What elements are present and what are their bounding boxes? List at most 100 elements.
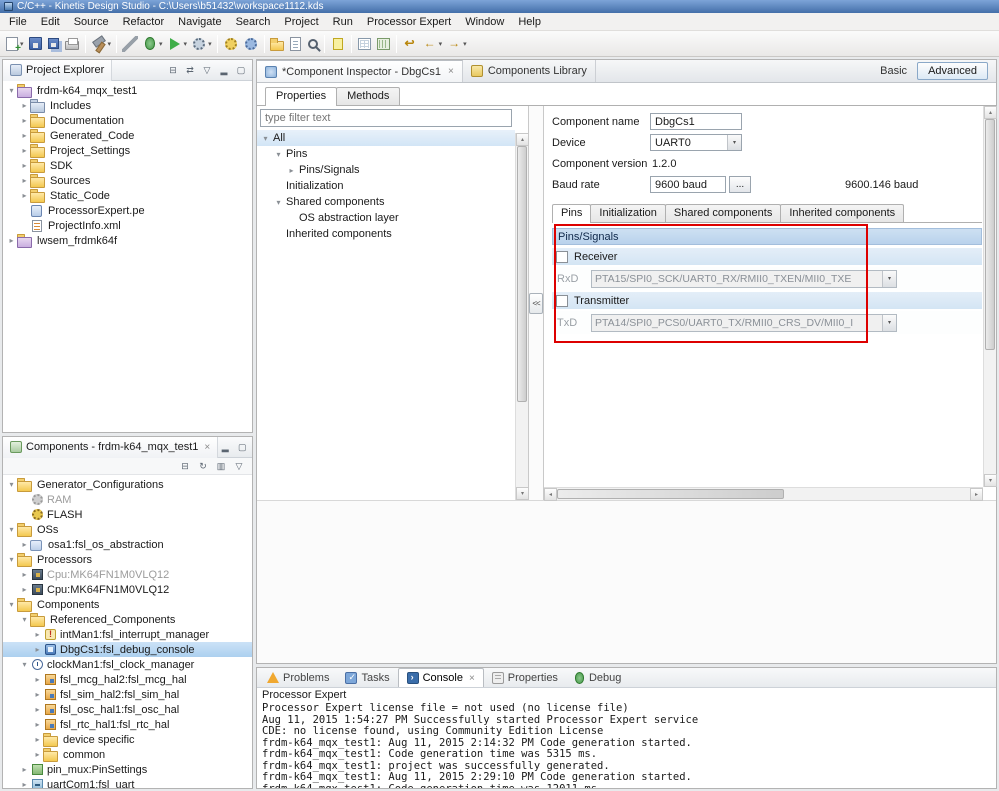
menu-item-file[interactable]: File (2, 14, 34, 30)
components-library-icon[interactable]: ▥ (214, 461, 228, 472)
menu-item-run[interactable]: Run (326, 14, 360, 30)
pins-signals-group-header[interactable]: Pins/Signals (552, 228, 982, 245)
project-explorer-tab[interactable]: Project Explorer (3, 59, 113, 81)
expander-open-icon[interactable]: ▾ (273, 198, 284, 207)
component-tree-item[interactable]: ▾ Processors (3, 552, 252, 567)
console-tab-console[interactable]: Console × (397, 668, 484, 687)
view-menu-icon[interactable]: ▽ (200, 65, 214, 76)
menu-item-project[interactable]: Project (277, 14, 325, 30)
component-tree-item[interactable]: ▸ fsl_rtc_hal1:fsl_rtc_hal (3, 717, 252, 732)
console-tab-debug[interactable]: Debug (566, 668, 629, 687)
view-menu-icon[interactable]: ▽ (232, 461, 246, 472)
expander-closed-icon[interactable]: ▸ (32, 720, 43, 729)
run-button[interactable]: ▾ (165, 34, 190, 54)
menu-item-processor-expert[interactable]: Processor Expert (360, 14, 458, 30)
menu-item-source[interactable]: Source (67, 14, 116, 30)
component-tree-item[interactable]: ▾ Generator_Configurations (3, 477, 252, 492)
property-tree-item[interactable]: Inherited components (257, 226, 515, 242)
expander-closed-icon[interactable]: ▸ (32, 705, 43, 714)
inspector-tree-scrollbar[interactable]: ▴ ▾ (515, 133, 529, 500)
new-folder-button[interactable] (268, 35, 286, 53)
expander-closed-icon[interactable]: ▸ (32, 645, 43, 654)
expander-closed-icon[interactable]: ▸ (19, 146, 30, 155)
txd-combo[interactable]: PTA14/SPI0_PCS0/UART0_TX/RMII0_CRS_DV/MI… (591, 313, 897, 332)
detail-tab-pins[interactable]: Pins (552, 204, 592, 223)
expander-closed-icon[interactable]: ▸ (19, 570, 30, 579)
editor-tab[interactable]: Components Library (463, 60, 596, 82)
close-tab-icon[interactable]: × (448, 66, 454, 77)
minimize-icon[interactable]: ▂ (218, 442, 232, 453)
expander-closed-icon[interactable]: ▸ (6, 236, 17, 245)
expander-closed-icon[interactable]: ▸ (32, 690, 43, 699)
components-sync-icon[interactable]: ↻ (196, 461, 210, 472)
project-tree-item[interactable]: ▸ Project_Settings (3, 143, 252, 158)
scrollbar-track[interactable] (984, 119, 996, 474)
project-tree-item[interactable]: ▸ Generated_Code (3, 128, 252, 143)
expander-closed-icon[interactable]: ▸ (19, 131, 30, 140)
expander-open-icon[interactable]: ▾ (19, 660, 30, 669)
expander-closed-icon[interactable]: ▸ (19, 585, 30, 594)
collapse-all-icon[interactable]: ⊟ (166, 65, 180, 76)
expander-closed-icon[interactable]: ▸ (19, 116, 30, 125)
menu-item-refactor[interactable]: Refactor (116, 14, 172, 30)
component-tree-item[interactable]: FLASH (3, 507, 252, 522)
property-tree-item[interactable]: ▸ Pins/Signals (257, 162, 515, 178)
component-tree-item[interactable]: ▸ intMan1:fsl_interrupt_manager (3, 627, 252, 642)
save-all-button[interactable] (45, 35, 62, 52)
advanced-button[interactable]: Advanced (917, 62, 988, 80)
debug-button[interactable]: ▾ (140, 34, 165, 53)
collapse-all-icon[interactable]: ⊟ (178, 461, 192, 472)
component-tree-item[interactable]: ▾ clockMan1:fsl_clock_manager (3, 657, 252, 672)
open-element-button[interactable] (286, 34, 305, 54)
component-tree-item[interactable]: ▸ pin_mux:PinSettings (3, 762, 252, 777)
expander-closed-icon[interactable]: ▸ (32, 735, 43, 744)
expander-closed-icon[interactable]: ▸ (19, 540, 30, 549)
maximize-icon[interactable]: ▢ (234, 65, 248, 76)
build-all-button[interactable]: ▾ (89, 34, 114, 54)
rxd-combo[interactable]: PTA15/SPI0_SCK/UART0_RX/RMII0_TXEN/MII0_… (591, 269, 897, 288)
component-tree-item[interactable]: ▸ fsl_sim_hal2:fsl_sim_hal (3, 687, 252, 702)
project-tree-item[interactable]: ▸ Includes (3, 98, 252, 113)
project-tree-item[interactable]: ProjectInfo.xml (3, 218, 252, 233)
scroll-up-button[interactable]: ▴ (984, 106, 997, 119)
expander-closed-icon[interactable]: ▸ (19, 161, 30, 170)
console-tab-properties[interactable]: Properties (484, 668, 566, 687)
menu-item-edit[interactable]: Edit (34, 14, 67, 30)
project-tree-item[interactable]: ▸ Documentation (3, 113, 252, 128)
scrollbar-thumb[interactable] (557, 489, 785, 499)
scroll-up-button[interactable]: ▴ (516, 133, 529, 146)
project-tree-item[interactable]: ▸ lwsem_frdmk64f (3, 233, 252, 248)
device-dropdown-icon[interactable]: ▾ (727, 135, 741, 150)
expander-closed-icon[interactable]: ▸ (19, 191, 30, 200)
property-tree-item[interactable]: ▾ All (257, 130, 515, 146)
transmitter-checkbox[interactable] (556, 294, 568, 307)
detail-tab-shared-components[interactable]: Shared components (664, 204, 782, 222)
project-tree-item[interactable]: ProcessorExpert.pe (3, 203, 252, 218)
component-tree-item[interactable]: ▸ Cpu:MK64FN1M0VLQ12 (3, 567, 252, 582)
component-tree-item[interactable]: ▾ OSs (3, 522, 252, 537)
menu-item-help[interactable]: Help (511, 14, 548, 30)
component-tree-item[interactable]: ▸ fsl_osc_hal1:fsl_osc_hal (3, 702, 252, 717)
basic-button[interactable]: Basic (876, 63, 911, 79)
component-tree-item[interactable]: ▸ Cpu:MK64FN1M0VLQ12 (3, 582, 252, 597)
expander-closed-icon[interactable]: ▸ (19, 101, 30, 110)
console-tab-problems[interactable]: Problems (259, 668, 337, 687)
scrollbar-track[interactable] (557, 488, 970, 500)
collapse-panel-button[interactable]: << (529, 292, 543, 314)
cut-button[interactable] (120, 34, 140, 54)
property-tree-item[interactable]: ▾ Shared components (257, 194, 515, 210)
expander-open-icon[interactable]: ▾ (6, 525, 17, 534)
search-button[interactable] (305, 36, 321, 52)
property-tree-item[interactable]: Initialization (257, 178, 515, 194)
new-wizard-button[interactable]: ▾ (3, 34, 26, 54)
project-tree-item[interactable]: ▸ SDK (3, 158, 252, 173)
component-tree-item[interactable]: ▸ osa1:fsl_os_abstraction (3, 537, 252, 552)
print-button[interactable] (62, 35, 82, 52)
forward-button[interactable]: → ▾ (444, 34, 469, 54)
expander-closed-icon[interactable]: ▸ (19, 765, 30, 774)
component-tree-item[interactable]: ▾ Components (3, 597, 252, 612)
scroll-down-button[interactable]: ▾ (984, 474, 997, 487)
component-tree-item[interactable]: ▸ fsl_mcg_hal2:fsl_mcg_hal (3, 672, 252, 687)
component-tree-item[interactable]: ▸ uartCom1:fsl_uart (3, 777, 252, 788)
menu-item-navigate[interactable]: Navigate (171, 14, 228, 30)
